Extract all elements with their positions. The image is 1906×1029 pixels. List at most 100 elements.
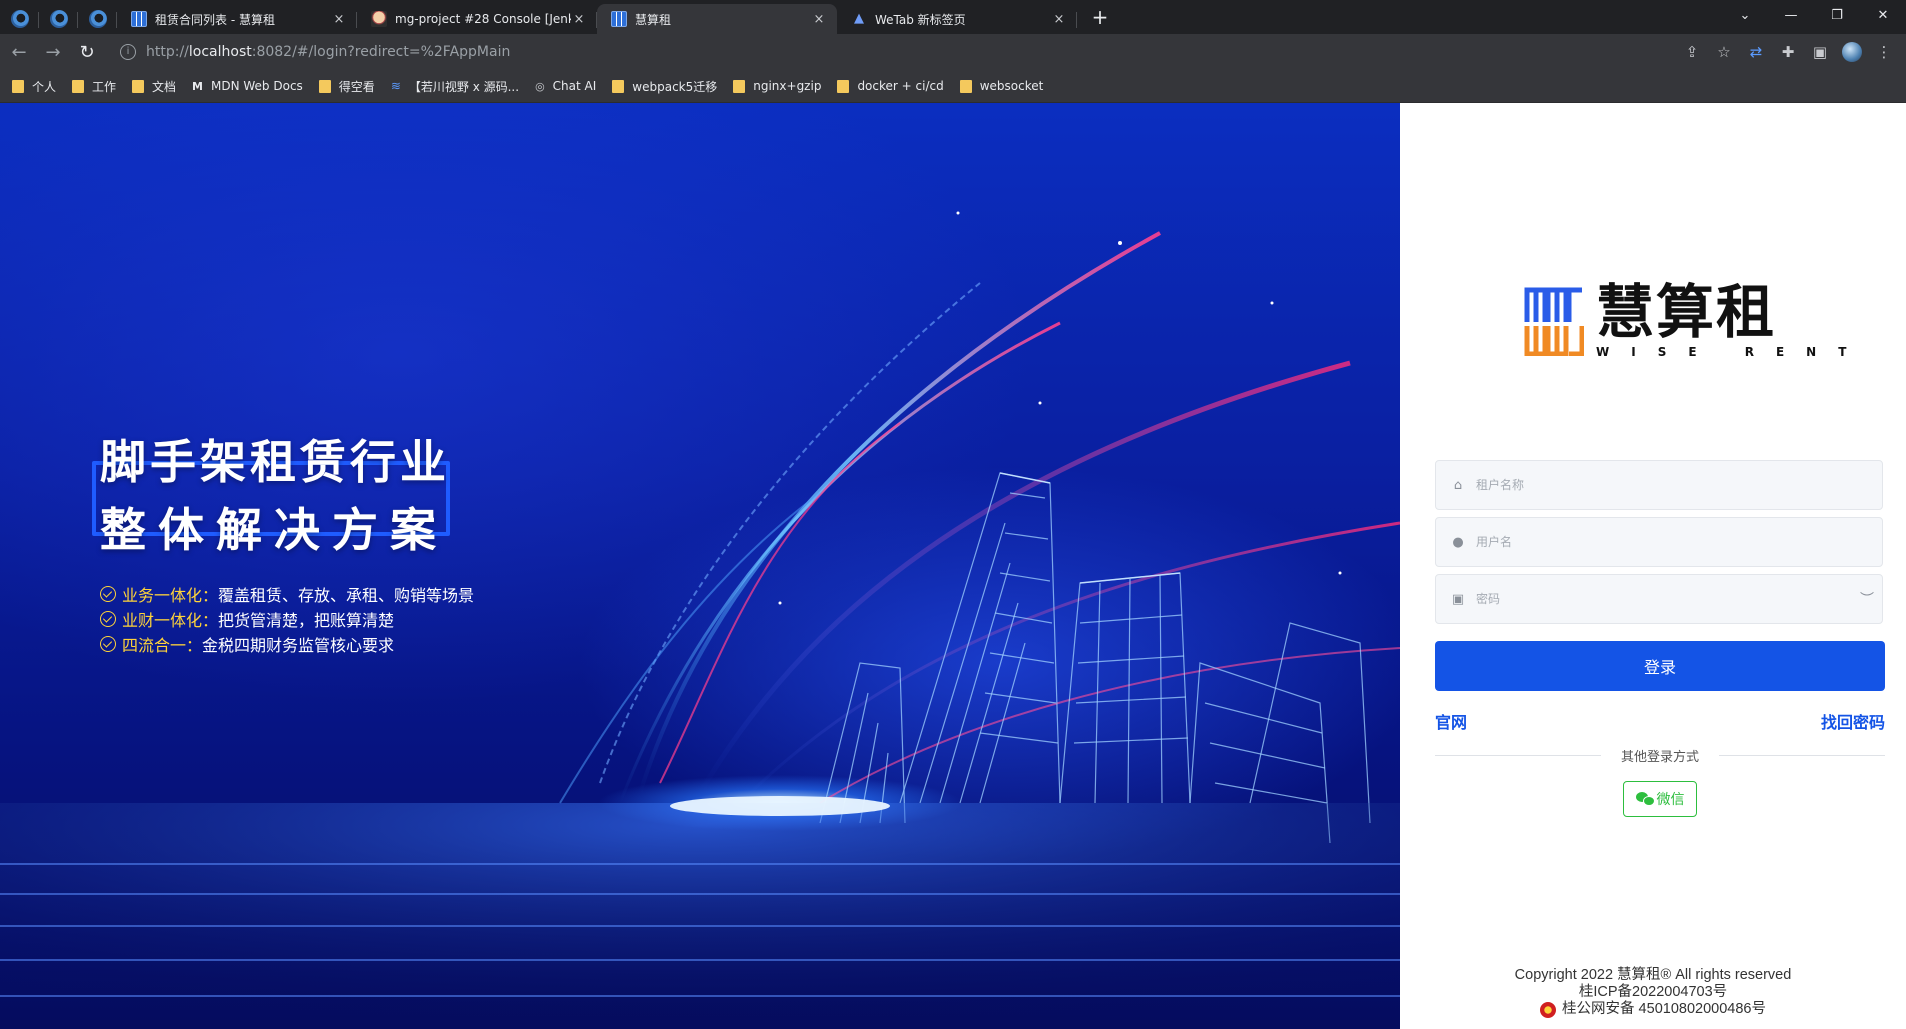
- bookmark-item[interactable]: 得空看: [318, 78, 375, 95]
- pinned-tab[interactable]: [0, 4, 39, 34]
- feature-list: 业务一体化： 覆盖租赁、存放、承租、购销等场景 业财一体化： 把货管清楚，把账算清楚…: [100, 581, 474, 656]
- extensions-puzzle-icon[interactable]: ✚: [1772, 37, 1804, 67]
- site-info-icon[interactable]: i: [120, 44, 136, 60]
- bookmark-item[interactable]: nginx+gzip: [733, 79, 821, 93]
- bookmark-label: docker + ci/cd: [857, 79, 944, 93]
- pinned-tab[interactable]: [78, 4, 117, 34]
- bookmark-item[interactable]: websocket: [959, 79, 1043, 93]
- login-button[interactable]: 登录: [1435, 641, 1885, 691]
- bookmark-item[interactable]: docker + ci/cd: [837, 79, 944, 93]
- menu-kebab-icon[interactable]: ⋮: [1868, 37, 1900, 67]
- folder-icon: [837, 79, 850, 93]
- close-tab-icon[interactable]: ×: [1051, 12, 1067, 27]
- tab-title: 慧算租: [635, 12, 672, 27]
- feature-item: 业务一体化： 覆盖租赁、存放、承租、购销等场景: [100, 581, 474, 606]
- hero-title-line2: 整体解决方案: [100, 503, 448, 557]
- icp-link[interactable]: 桂ICP备2022004703号: [1400, 984, 1906, 1001]
- wechat-label: 微信: [1656, 792, 1685, 808]
- close-tab-icon[interactable]: ×: [811, 12, 827, 27]
- feature-text: 金税四期财务监管核心要求: [202, 635, 395, 655]
- bookmark-label: 工作: [92, 79, 117, 94]
- browser-tab[interactable]: 租赁合同列表 - 慧算租 ×: [117, 4, 357, 34]
- tab-search-icon[interactable]: ⌄: [1722, 0, 1768, 30]
- bookmark-star-icon[interactable]: ☆: [1708, 37, 1740, 67]
- tab-strip: 租赁合同列表 - 慧算租 × mg-project #28 Console [J…: [0, 0, 1906, 34]
- bookmark-item[interactable]: 工作: [72, 78, 116, 95]
- bookmark-item[interactable]: ≋ 【若川视野 x 源码...: [391, 78, 519, 95]
- bookmark-label: 得空看: [338, 79, 375, 94]
- forward-arrow-icon[interactable]: →: [38, 37, 68, 67]
- browser-tab-active[interactable]: 慧算租 ×: [597, 4, 837, 34]
- feature-key: 四流合一：: [122, 635, 203, 655]
- restore-icon[interactable]: ❐: [1814, 0, 1860, 30]
- wetab-favicon: ▲: [854, 11, 864, 26]
- tenant-field[interactable]: ⌂: [1435, 460, 1883, 510]
- jenkins-favicon: [371, 11, 387, 27]
- close-tab-icon[interactable]: ×: [331, 12, 347, 27]
- bookmark-label: 个人: [32, 79, 57, 94]
- bookmark-item[interactable]: 个人: [12, 78, 56, 95]
- grid-favicon: [131, 11, 147, 27]
- lock-icon: ▣: [1451, 591, 1465, 607]
- tenant-input[interactable]: [1476, 478, 1882, 492]
- chat-ai-icon: ◎: [535, 79, 545, 93]
- check-circle-icon: [100, 610, 116, 627]
- profile-avatar-icon[interactable]: [1842, 42, 1862, 62]
- forgot-password-link[interactable]: 找回密码: [1821, 709, 1885, 733]
- wechat-login-button[interactable]: 微信: [1623, 781, 1697, 817]
- divider-line: [1719, 755, 1886, 756]
- bookmark-label: 【若川视野 x 源码...: [408, 79, 520, 94]
- grid-favicon: [611, 11, 627, 27]
- translate-extension-icon[interactable]: ⇄: [1740, 37, 1772, 67]
- check-circle-icon: [100, 635, 116, 652]
- address-bar[interactable]: i http://localhost:8082/#/login?redirect…: [112, 38, 1666, 66]
- logo-cn-text: 慧算租: [1596, 278, 1777, 346]
- brand-logo: 慧算租 WISE RENT: [1524, 281, 1868, 359]
- login-panel: 慧算租 WISE RENT ⌂ ● ▣ ︶ 登录 官网 找回密码 其他登录方式: [1400, 103, 1906, 1029]
- user-icon: ●: [1452, 534, 1464, 550]
- official-site-link[interactable]: 官网: [1435, 709, 1467, 733]
- hero-title: 脚手架租赁行业 整体解决方案: [100, 428, 450, 564]
- police-emblem-icon: [1540, 1001, 1557, 1018]
- bookmark-item[interactable]: M MDN Web Docs: [192, 79, 303, 93]
- police-record[interactable]: 桂公网安备 45010802000486号: [1540, 1001, 1766, 1018]
- close-window-icon[interactable]: ✕: [1860, 0, 1906, 30]
- bookmark-item[interactable]: ◎ Chat AI: [535, 79, 596, 93]
- tab-title: WeTab 新标签页: [875, 12, 966, 27]
- logo-mark-icon: [1524, 287, 1584, 356]
- username-input[interactable]: [1476, 535, 1882, 549]
- lz-icon: ≋: [390, 79, 401, 93]
- folder-icon: [733, 79, 746, 93]
- eye-closed-icon[interactable]: ︶: [1852, 589, 1882, 609]
- feature-text: 覆盖租赁、存放、承租、购销等场景: [218, 585, 475, 605]
- share-icon[interactable]: ⇪: [1676, 37, 1708, 67]
- url-prefix: http://: [146, 44, 189, 60]
- browser-tab[interactable]: mg-project #28 Console [Jenkins] ×: [357, 4, 597, 34]
- bookmark-item[interactable]: webpack5迁移: [612, 78, 717, 95]
- divider-line: [1435, 755, 1601, 756]
- page-footer: Copyright 2022 慧算租® All rights reserved …: [1400, 967, 1906, 1023]
- police-record-text: 桂公网安备 45010802000486号: [1562, 1001, 1766, 1017]
- pinned-tab[interactable]: [39, 4, 78, 34]
- toolbar-icons: ⇪ ☆ ⇄ ✚ ▣ ⋮: [1676, 37, 1900, 67]
- tab-title: 租赁合同列表 - 慧算租: [155, 12, 275, 27]
- password-field[interactable]: ▣ ︶: [1435, 574, 1883, 624]
- tab-title: mg-project #28 Console [Jenkins]: [395, 12, 571, 26]
- feature-item: 四流合一： 金税四期财务监管核心要求: [100, 631, 474, 656]
- bookmark-label: webpack5迁移: [632, 79, 718, 94]
- browser-toolbar: ← → ↻ i http://localhost:8082/#/login?re…: [0, 34, 1906, 70]
- back-arrow-icon[interactable]: ←: [4, 37, 34, 67]
- feature-key: 业财一体化：: [122, 610, 219, 630]
- close-tab-icon[interactable]: ×: [571, 12, 587, 27]
- home-icon: ⌂: [1453, 477, 1463, 493]
- reload-icon[interactable]: ↻: [72, 37, 102, 67]
- password-input[interactable]: [1476, 592, 1852, 606]
- new-tab-button[interactable]: +: [1085, 2, 1115, 32]
- side-panel-icon[interactable]: ▣: [1804, 37, 1836, 67]
- feature-text: 把货管清楚，把账算清楚: [218, 610, 395, 630]
- minimize-icon[interactable]: —: [1768, 0, 1814, 30]
- browser-tab[interactable]: ▲ WeTab 新标签页 ×: [837, 4, 1077, 34]
- login-page: 脚手架租赁行业 整体解决方案 业务一体化： 覆盖租赁、存放、承租、购销等场景 业财…: [0, 103, 1906, 1029]
- username-field[interactable]: ●: [1435, 517, 1883, 567]
- bookmark-item[interactable]: 文档: [132, 78, 176, 95]
